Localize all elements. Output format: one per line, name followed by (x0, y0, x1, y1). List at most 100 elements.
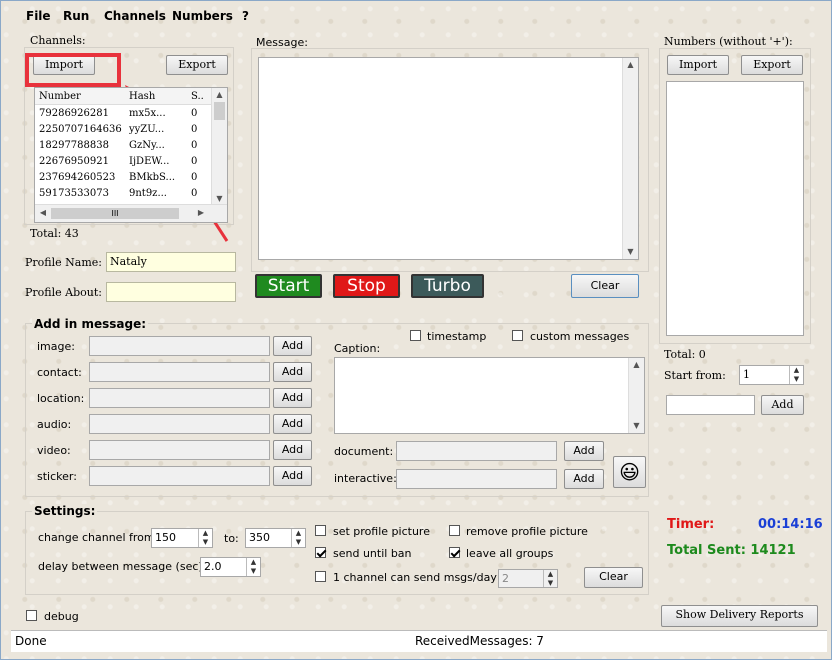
send-until-ban-label: send until ban (333, 547, 412, 560)
channels-vertical-scrollbar[interactable]: ▲ ▼ (211, 88, 227, 206)
interactive-field[interactable] (396, 469, 557, 489)
document-field[interactable] (396, 441, 557, 461)
delay-value: 2.0 (204, 560, 222, 573)
column-header-number[interactable]: Number (35, 88, 125, 105)
document-add-button[interactable]: Add (564, 441, 604, 461)
cell-status: 0 (191, 187, 198, 199)
leave-all-groups-checkbox[interactable] (449, 547, 460, 558)
scroll-up-icon[interactable]: ▲ (623, 58, 638, 72)
change-from-spinner[interactable]: ▲ ▼ (198, 529, 212, 547)
cell-number: 59173533073 (39, 187, 109, 199)
video-add-button[interactable]: Add (273, 440, 312, 460)
menu-channels[interactable]: Channels (104, 9, 166, 23)
menu-help[interactable]: ? (242, 9, 249, 23)
change-from-input[interactable]: 150 ▲ ▼ (151, 528, 213, 548)
cell-status: 0 (191, 139, 198, 151)
scroll-up-icon[interactable]: ▲ (629, 358, 644, 372)
channels-horizontal-scrollbar[interactable]: ◀ III ▶ (35, 204, 227, 222)
scroll-down-icon[interactable]: ▼ (629, 419, 644, 433)
location-add-button[interactable]: Add (273, 388, 312, 408)
location-field[interactable] (89, 388, 270, 408)
table-row[interactable]: 22676950921 IjDEW... 0 (35, 153, 213, 169)
image-field[interactable] (89, 336, 270, 356)
cell-number: 22676950921 (39, 155, 109, 167)
stop-button[interactable]: Stop (333, 274, 400, 298)
document-label: document: (334, 445, 394, 458)
numbers-import-button[interactable]: Import (667, 55, 729, 75)
timer-label: Timer: (667, 517, 715, 532)
one-channel-checkbox[interactable] (315, 571, 326, 582)
video-label: video: (37, 444, 71, 457)
profile-about-input[interactable] (106, 282, 236, 302)
channels-export-button[interactable]: Export (166, 55, 228, 75)
profile-name-input[interactable]: Nataly (106, 252, 236, 272)
msgs-per-day-spinner[interactable]: ▲ ▼ (543, 570, 557, 587)
table-row[interactable]: 237694260523 BMkbS... 0 (35, 169, 213, 185)
interactive-add-button[interactable]: Add (564, 469, 604, 489)
emoji-button[interactable]: 😃 (613, 456, 646, 488)
column-header-hash[interactable]: Hash (125, 88, 187, 105)
debug-label: debug (44, 610, 79, 623)
numbers-total: Total: 0 (664, 348, 706, 361)
location-label: location: (37, 392, 85, 405)
numbers-list[interactable] (666, 81, 804, 336)
contact-field[interactable] (89, 362, 270, 382)
start-from-input[interactable]: 1 ▲ ▼ (739, 365, 804, 385)
image-add-button[interactable]: Add (273, 336, 312, 356)
video-field[interactable] (89, 440, 270, 460)
menu-file[interactable]: File (26, 9, 51, 23)
delay-input[interactable]: 2.0 ▲ ▼ (200, 557, 261, 577)
table-row[interactable]: 59173533073 9nt9z... 0 (35, 185, 213, 201)
scroll-down-icon[interactable]: ▼ (623, 245, 638, 259)
sticker-add-button[interactable]: Add (273, 466, 312, 486)
message-scrollbar[interactable]: ▲ ▼ (622, 58, 638, 259)
change-to-input[interactable]: 350 ▲ ▼ (245, 528, 306, 548)
caption-scrollbar[interactable]: ▲ ▼ (628, 358, 644, 433)
highlight-rectangle (25, 53, 121, 87)
channels-table[interactable]: Number Hash S.. 79286926281 mx5x... 0 2250… (34, 87, 228, 223)
msgs-per-day-input[interactable]: 2 ▲ ▼ (498, 569, 558, 588)
scroll-thumb[interactable]: III (51, 208, 179, 219)
cell-status: 0 (191, 171, 198, 183)
menu-run[interactable]: Run (63, 9, 89, 23)
start-button[interactable]: Start (255, 274, 322, 298)
scroll-left-icon[interactable]: ◀ (37, 206, 49, 220)
audio-field[interactable] (89, 414, 270, 434)
custom-messages-checkbox[interactable] (512, 330, 523, 341)
start-from-spinner[interactable]: ▲ ▼ (789, 366, 803, 384)
cell-status: 0 (191, 155, 198, 167)
scroll-thumb[interactable] (214, 102, 225, 120)
turbo-button[interactable]: Turbo (411, 274, 484, 298)
menu-numbers[interactable]: Numbers (172, 9, 233, 23)
sticker-field[interactable] (89, 466, 270, 486)
contact-add-button[interactable]: Add (273, 362, 312, 382)
scroll-right-icon[interactable]: ▶ (195, 206, 207, 220)
numbers-add-button[interactable]: Add (761, 395, 804, 415)
message-clear-button[interactable]: Clear (571, 274, 639, 298)
numbers-export-button[interactable]: Export (741, 55, 803, 75)
caption-textarea[interactable]: ▲ ▼ (334, 357, 645, 434)
msgs-per-day-value: 2 (502, 572, 509, 585)
message-textarea[interactable]: ▲ ▼ (258, 57, 639, 260)
one-channel-label: 1 channel can send msgs/day (333, 571, 497, 584)
timestamp-checkbox[interactable] (410, 330, 421, 341)
cell-status: 0 (191, 107, 198, 119)
change-to-spinner[interactable]: ▲ ▼ (291, 529, 305, 547)
settings-clear-button[interactable]: Clear (584, 567, 643, 588)
table-row[interactable]: 2250707164636 yyZU... 0 (35, 121, 213, 137)
delay-spinner[interactable]: ▲ ▼ (246, 558, 260, 576)
cell-hash: GzNy... (129, 139, 165, 151)
number-entry-input[interactable] (666, 395, 755, 415)
status-bar: Done ReceivedMessages: 7 (11, 630, 827, 652)
table-row[interactable]: 18297788838 GzNy... 0 (35, 137, 213, 153)
set-profile-picture-checkbox[interactable] (315, 525, 326, 536)
debug-checkbox[interactable] (26, 610, 37, 621)
remove-profile-picture-checkbox[interactable] (449, 525, 460, 536)
show-delivery-reports-button[interactable]: Show Delivery Reports (661, 605, 818, 627)
scroll-up-icon[interactable]: ▲ (212, 88, 227, 102)
add-in-message-title: Add in message: (32, 317, 149, 331)
column-header-status[interactable]: S.. (187, 88, 213, 105)
table-row[interactable]: 79286926281 mx5x... 0 (35, 105, 213, 122)
audio-add-button[interactable]: Add (273, 414, 312, 434)
send-until-ban-checkbox[interactable] (315, 547, 326, 558)
